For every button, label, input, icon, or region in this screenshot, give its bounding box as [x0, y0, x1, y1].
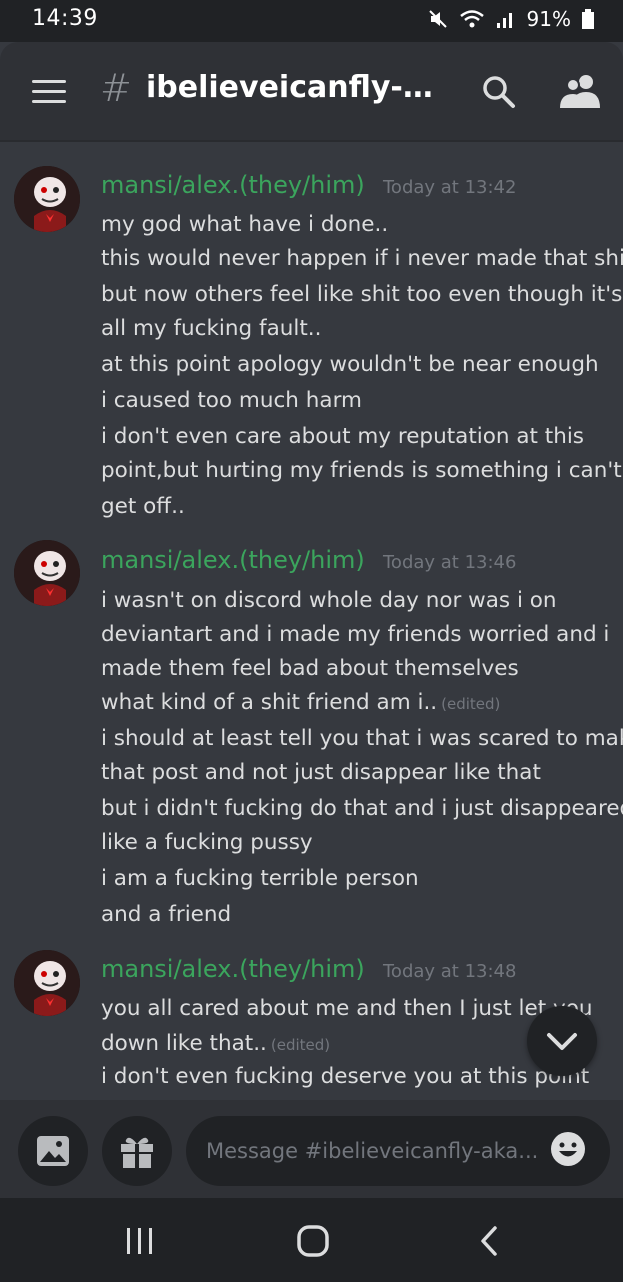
edited-tag: (edited) — [441, 695, 501, 713]
avatar-image — [14, 166, 80, 232]
message-line: like a fucking pussy — [101, 830, 313, 855]
back-icon[interactable] — [476, 1224, 502, 1258]
message-line: my god what have i done.. — [101, 212, 389, 237]
emoji-icon[interactable] — [549, 1130, 587, 1168]
message-line: at this point apology wouldn't be near e… — [101, 352, 599, 377]
scroll-down-icon — [547, 1033, 577, 1050]
image-icon — [37, 1136, 69, 1166]
home-icon[interactable] — [296, 1224, 332, 1258]
message-line: i don't even fucking deserve you at this… — [101, 1064, 590, 1089]
signal-icon — [496, 13, 512, 28]
message-line: i should at least tell you that i was sc… — [101, 726, 623, 751]
gift-icon — [121, 1137, 153, 1168]
search-icon[interactable] — [481, 74, 517, 110]
status-time: 14:39 — [32, 6, 98, 31]
avatar[interactable] — [14, 540, 80, 606]
message-input[interactable]: Message #ibelieveicanfly-aka... — [186, 1116, 610, 1186]
author-name[interactable]: mansi/alex.(they/him) — [101, 546, 365, 574]
message-line: this would never happen if i never made … — [101, 246, 623, 271]
message-line: i caused too much harm — [101, 388, 362, 413]
hash-icon: # — [100, 66, 132, 110]
channel-title[interactable]: ibelieveicanfly-ak... — [146, 70, 446, 105]
attach-image-button[interactable] — [18, 1116, 88, 1186]
edited-tag: (edited) — [270, 1036, 331, 1054]
avatar-image — [14, 540, 80, 606]
status-bar: 14:39 91% — [0, 0, 623, 42]
timestamp: Today at 13:46 — [383, 552, 517, 573]
message-line: deviantart and i made my friends worried… — [101, 622, 610, 647]
wifi-icon — [459, 10, 484, 28]
message-text: down like that.. — [101, 1031, 267, 1056]
message-line: i don't even care about my reputation at… — [101, 424, 585, 449]
message-line: what kind of a shit friend am i.. (edited… — [101, 690, 500, 715]
jump-to-latest-button[interactable] — [527, 1006, 597, 1076]
message-line: that post and not just disappear like th… — [101, 760, 541, 785]
message-line: get off.. — [101, 494, 185, 519]
battery-icon — [582, 9, 594, 29]
status-icons: 91% — [427, 7, 595, 31]
mute-icon — [428, 10, 447, 28]
author-name[interactable]: mansi/alex.(they/him) — [101, 955, 365, 983]
author-name[interactable]: mansi/alex.(they/him) — [101, 171, 365, 199]
timestamp: Today at 13:48 — [383, 961, 517, 982]
recents-icon[interactable] — [124, 1226, 156, 1256]
message-line: you all cared about me and then I just l… — [101, 996, 593, 1021]
menu-icon[interactable] — [32, 80, 66, 104]
header-divider — [0, 140, 623, 142]
message-line: all my fucking fault.. — [101, 316, 322, 341]
members-icon[interactable] — [560, 72, 602, 110]
system-nav-bar — [0, 1198, 623, 1282]
timestamp: Today at 13:42 — [383, 177, 517, 198]
message-line: i wasn't on discord whole day nor was i … — [101, 588, 557, 613]
avatar[interactable] — [14, 950, 80, 1016]
message-line: and a friend — [101, 902, 232, 927]
message-line: i am a fucking terrible person — [101, 866, 419, 891]
message-line: but i didn't fucking do that and i just … — [101, 796, 623, 821]
battery-level: 91% — [526, 7, 571, 31]
gift-button[interactable] — [102, 1116, 172, 1186]
message-line: point,but hurting my friends is somethin… — [101, 458, 622, 483]
message-text: what kind of a shit friend am i.. — [101, 690, 438, 715]
message-line: made them feel bad about themselves — [101, 656, 519, 681]
message-line: down like that.. (edited) — [101, 1031, 330, 1056]
message-line: but now others feel like shit too even t… — [101, 282, 623, 307]
avatar[interactable] — [14, 166, 80, 232]
avatar-image — [14, 950, 80, 1016]
